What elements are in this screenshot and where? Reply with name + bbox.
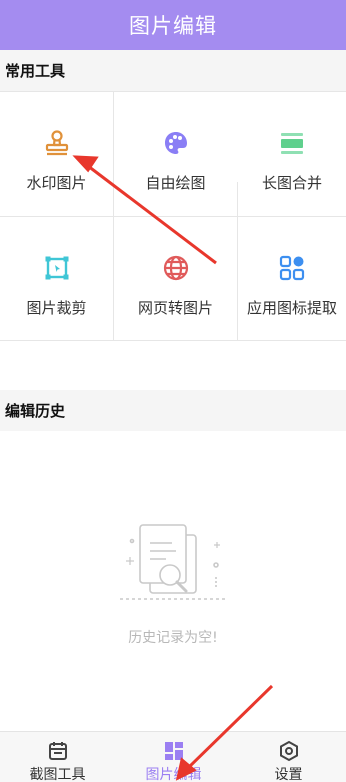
empty-history-text: 历史记录为空! (128, 630, 218, 646)
merge-icon (277, 128, 307, 158)
section-title-tools: 常用工具 (0, 50, 346, 91)
tab-label: 截图工具 (29, 767, 86, 782)
crop-icon (42, 253, 72, 283)
tool-app-icon-extract[interactable]: 应用图标提取 (238, 217, 346, 341)
tool-long-image-merge[interactable]: 长图合并 (238, 92, 346, 216)
tab-image-edit[interactable]: 图片编辑 (116, 732, 231, 782)
app-header: 图片编辑 (0, 0, 346, 50)
stamp-icon (42, 128, 72, 158)
tool-label: 应用图标提取 (246, 299, 337, 317)
palette-icon (161, 128, 191, 158)
tool-webpage-to-image[interactable]: 网页转图片 (114, 217, 237, 341)
tool-label: 图片裁剪 (26, 299, 87, 317)
empty-document-search-icon (120, 521, 230, 621)
apps-icon (163, 740, 185, 762)
grid-icon (277, 253, 307, 283)
tab-screenshot-tools[interactable]: 截图工具 (0, 732, 115, 782)
calendar-icon (47, 740, 69, 762)
tools-grid: 水印图片 自由绘图 长图合并 图片裁剪 网页转图片 应用图标提取 (0, 91, 346, 341)
tool-label: 自由绘图 (145, 174, 206, 192)
tool-label: 网页转图片 (137, 299, 213, 317)
globe-icon (161, 253, 191, 283)
section-title-history: 编辑历史 (0, 390, 346, 431)
history-empty-state: 历史记录为空! (0, 431, 346, 731)
tab-label: 图片编辑 (145, 767, 202, 782)
tool-watermark-image[interactable]: 水印图片 (0, 92, 113, 216)
tool-label: 水印图片 (26, 174, 87, 192)
settings-icon (278, 740, 300, 762)
tool-image-crop[interactable]: 图片裁剪 (0, 217, 113, 341)
tool-label: 长图合并 (261, 174, 322, 192)
tool-free-drawing[interactable]: 自由绘图 (114, 92, 237, 216)
tab-label: 设置 (274, 767, 303, 782)
page-title: 图片编辑 (129, 14, 217, 38)
tab-settings[interactable]: 设置 (231, 732, 346, 782)
bottom-tab-bar: 截图工具 图片编辑 设置 (0, 731, 346, 782)
